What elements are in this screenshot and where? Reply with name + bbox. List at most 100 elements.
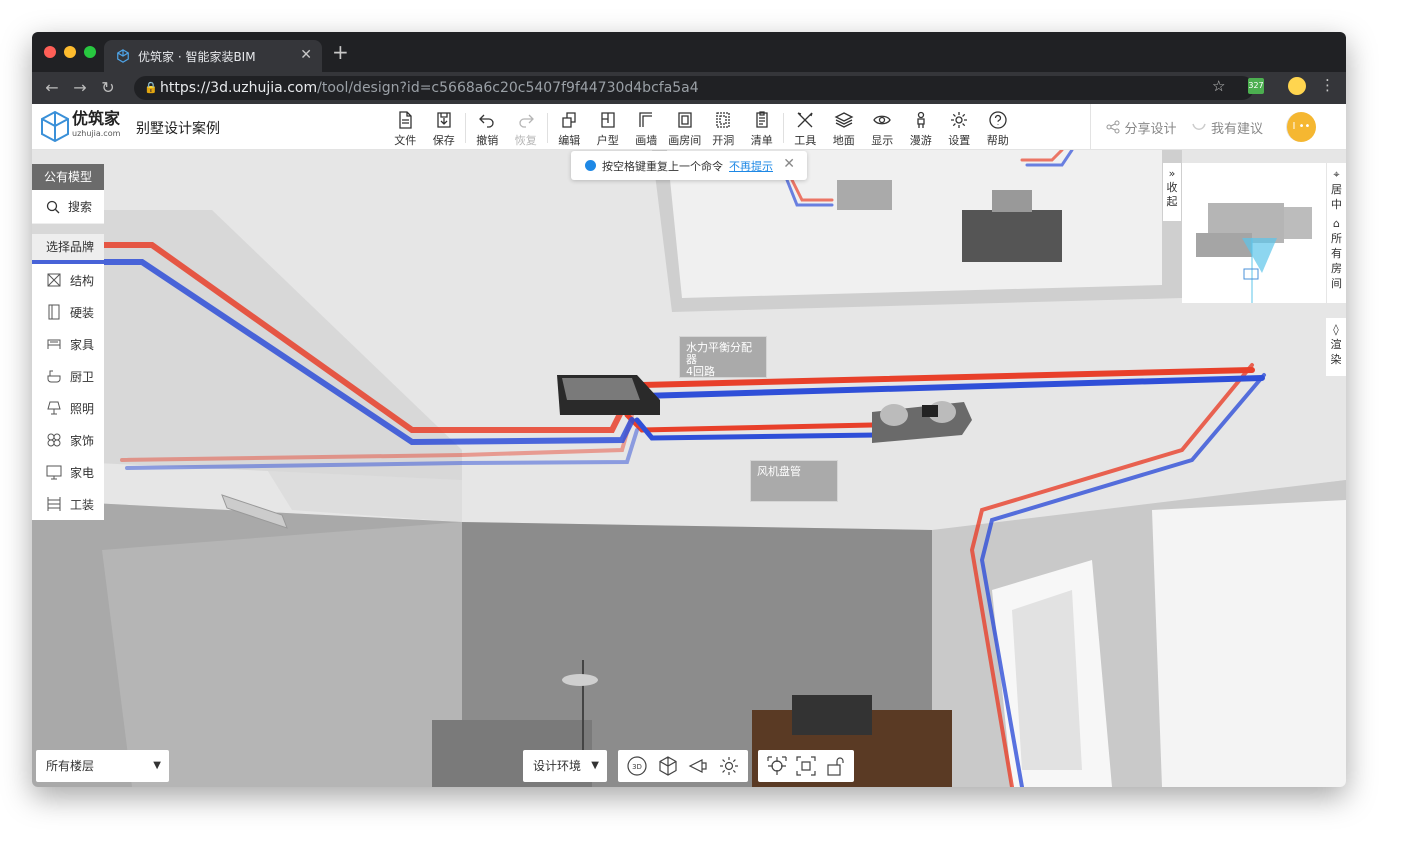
tab-title: 优筑家 · 智能家装BIM [138, 49, 256, 64]
minimap[interactable] [1182, 163, 1326, 303]
3d-view-icon[interactable]: 3D [626, 755, 648, 777]
tool-redo[interactable]: 恢复 [507, 108, 546, 148]
camera-view-icon[interactable] [687, 755, 709, 777]
opening-icon [716, 112, 730, 128]
category-hard-decor[interactable]: 硬装 [32, 296, 104, 328]
tool-display[interactable]: 显示 [863, 108, 902, 148]
forward-arrow-icon[interactable]: → [70, 78, 90, 97]
center-icon: ⌖ [1333, 168, 1340, 181]
tool-opening[interactable]: 开洞 [704, 108, 743, 148]
floorplan-icon [601, 112, 615, 128]
bookmark-star-icon[interactable]: ☆ [1212, 77, 1225, 95]
draw-wall-icon [639, 112, 653, 127]
model-search-button[interactable]: 搜索 [32, 190, 104, 224]
new-tab-button[interactable]: + [332, 42, 349, 62]
view-settings-gear-icon[interactable] [718, 755, 740, 777]
upper-room-cabinet [962, 210, 1062, 262]
select-brand-button[interactable]: 选择品牌 [32, 234, 104, 260]
tool-label: 保存 [432, 134, 455, 147]
share-icon [1106, 120, 1120, 134]
close-tab-icon[interactable]: ✕ [300, 47, 312, 63]
center-view-button[interactable]: ⌖ 居中 [1327, 163, 1346, 212]
tool-settings[interactable]: 设置 [940, 108, 979, 148]
tool-help[interactable]: 帮助 [979, 108, 1018, 148]
tool-tools[interactable]: 工具 [786, 108, 825, 148]
tool-walk[interactable]: 漫游 [902, 108, 941, 148]
main-toolbar: 文件 保存 撤销 恢复 编辑 户型 画墙 画房间 开洞 清单 工具 地面 显示 … [386, 108, 1017, 148]
suggestion-button[interactable]: 我有建议 [1182, 104, 1272, 150]
url-input[interactable]: 🔒 https://3d.uzhujia.com/tool/design?id=c… [134, 76, 1254, 100]
tool-label: 编辑 [558, 134, 581, 147]
tool-draw-room[interactable]: 画房间 [666, 108, 705, 148]
tool-edit[interactable]: 编辑 [550, 108, 589, 148]
reload-icon[interactable]: ↻ [98, 78, 118, 97]
tool-draw-wall[interactable]: 画墙 [627, 108, 666, 148]
distributor-label[interactable]: 水力平衡分配器 4回路 [679, 336, 767, 378]
browser-tab[interactable]: 优筑家 · 智能家装BIM ✕ [104, 40, 322, 72]
cube-view-icon[interactable] [657, 755, 679, 777]
category-lighting[interactable]: 照明 [32, 392, 104, 424]
tool-floorplan[interactable]: 户型 [589, 108, 628, 148]
profile-avatar[interactable] [1288, 77, 1306, 95]
tool-label: 画墙 [635, 134, 658, 147]
toolbar-divider [465, 113, 466, 143]
share-design-button[interactable]: 分享设计 [1090, 104, 1192, 150]
window-frame-right [1152, 500, 1346, 787]
3d-scene[interactable] [32, 150, 1346, 787]
category-appliances[interactable]: 家电 [32, 456, 104, 488]
extension-icon[interactable]: 327 [1248, 78, 1264, 94]
list-icon [756, 111, 768, 128]
hint-message: 按空格键重复上一个命令 [602, 159, 723, 173]
info-dot-icon [585, 160, 596, 171]
tool-undo[interactable]: 撤销 [468, 108, 507, 148]
tool-label: 画房间 [668, 134, 702, 147]
logo-cube-icon[interactable] [40, 110, 70, 142]
category-home-decor[interactable]: 家饰 [32, 424, 104, 456]
dont-show-again-link[interactable]: 不再提示 [729, 158, 773, 174]
3d-viewport[interactable]: 公有模型 搜索 选择品牌 结构 硬装 家具 厨卫 照明 家饰 家电 工装 按空格… [32, 150, 1346, 787]
close-window-button[interactable] [44, 46, 56, 58]
help-icon [989, 111, 1007, 129]
category-furniture[interactable]: 家具 [32, 328, 104, 360]
tool-list[interactable]: 清单 [743, 108, 782, 148]
render-label: 渲染 [1330, 338, 1342, 366]
floor-select[interactable]: 所有楼层 ▼ [36, 750, 169, 782]
bathtub-icon [47, 370, 61, 383]
all-rooms-button[interactable]: ⌂ 所有房间 [1327, 212, 1346, 291]
minimize-window-button[interactable] [64, 46, 76, 58]
view-mode-buttons: 3D [618, 750, 748, 782]
tool-label: 文件 [394, 134, 417, 147]
category-commercial[interactable]: 工装 [32, 488, 104, 520]
fan-coil-label[interactable]: 风机盘管 [750, 460, 838, 502]
browser-menu-icon[interactable]: ⋮ [1320, 76, 1335, 94]
camera-controls [758, 750, 854, 782]
center-label: 居中 [1331, 183, 1342, 211]
user-avatar[interactable]: I •• [1286, 112, 1316, 142]
category-kitchen-bath[interactable]: 厨卫 [32, 360, 104, 392]
browser-tab-bar: 优筑家 · 智能家装BIM ✕ + [32, 32, 1346, 72]
tool-floor[interactable]: 地面 [825, 108, 864, 148]
edit-icon [562, 112, 576, 128]
back-arrow-icon[interactable]: ← [42, 78, 62, 97]
share-label: 分享设计 [1124, 121, 1177, 137]
draw-room-icon [678, 112, 692, 128]
monitor-icon [46, 465, 62, 480]
category-list: 结构 硬装 家具 厨卫 照明 家饰 家电 工装 [32, 264, 104, 520]
caret-down-icon: ▼ [153, 760, 161, 771]
tool-save[interactable]: 保存 [425, 108, 464, 148]
category-structure[interactable]: 结构 [32, 264, 104, 296]
environment-select[interactable]: 设计环境 ▼ [523, 750, 607, 782]
url-host: https://3d.uzhujia.com [160, 80, 318, 96]
category-label: 工装 [70, 497, 95, 512]
collapse-minimap-button[interactable]: » 收起 [1163, 163, 1181, 221]
focus-target-icon[interactable] [766, 755, 788, 777]
fit-view-icon[interactable] [795, 755, 817, 777]
maximize-window-button[interactable] [84, 46, 96, 58]
lock-icon: 🔒 [144, 81, 158, 94]
tool-file[interactable]: 文件 [386, 108, 425, 148]
render-button[interactable]: ◊ 渲染 [1326, 318, 1346, 376]
close-icon[interactable]: ✕ [783, 156, 795, 172]
public-model-tab[interactable]: 公有模型 [32, 164, 104, 190]
tool-label: 地面 [832, 134, 855, 147]
unlock-icon[interactable] [824, 755, 846, 777]
